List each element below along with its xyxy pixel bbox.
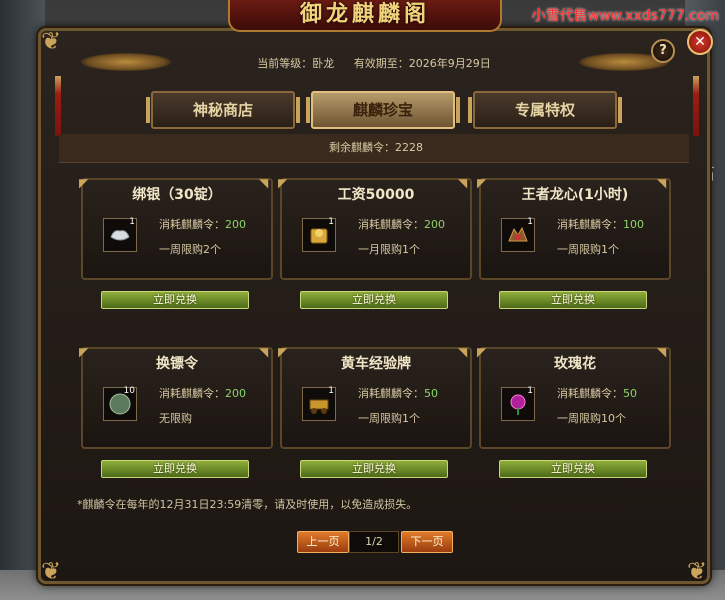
item-limit: 一月限购1个 xyxy=(358,243,420,256)
item-limit: 一周限购2个 xyxy=(159,243,221,256)
item-count: 1 xyxy=(328,217,334,227)
escort-token-icon[interactable]: 10 xyxy=(103,386,137,421)
redeem-button[interactable]: 立即兑换 xyxy=(300,460,448,478)
level-info: 当前等级：卧龙 有效期至：2026年9月29日 xyxy=(41,55,707,71)
cost-value: 200 xyxy=(225,218,246,231)
current-level: 当前等级：卧龙 xyxy=(257,57,335,70)
next-page-button[interactable]: 下一页 xyxy=(401,531,453,553)
item-limit: 一周限购1个 xyxy=(557,243,619,256)
tassel-icon xyxy=(693,76,699,136)
tab-mystery-shop[interactable]: 神秘商店 xyxy=(146,91,300,129)
item-cost: 消耗麒麟令：100 xyxy=(557,216,644,232)
item-cost: 消耗麒麟令：200 xyxy=(159,385,246,401)
item-count: 1 xyxy=(527,386,533,396)
item-name: 工资50000 xyxy=(337,187,415,203)
item-card: ◤ ◥ 绑银（30锭） 1 消耗麒麟令：200 一周限购2个 xyxy=(79,176,273,280)
cost-value: 200 xyxy=(225,387,246,400)
tab-exclusive-privilege[interactable]: 专属特权 xyxy=(468,91,622,129)
remaining-tokens: 剩余麒麟令：2228 xyxy=(329,141,423,154)
item-card: ◤ ◥ 黄车经验牌 1 消耗麒麟令：50 一周限购1个 xyxy=(278,345,472,449)
item-card: ◤ ◥ 工资50000 1 消耗麒麟令：200 一月限购1个 xyxy=(278,176,472,280)
item-name: 换镖令 xyxy=(156,356,198,372)
tab-bar: 神秘商店 麒麟珍宝 专属特权 xyxy=(146,91,622,129)
seller-watermark: 小雪代售www.xxds777.com xyxy=(531,8,719,24)
expiry-date: 有效期至：2026年9月29日 xyxy=(353,57,491,70)
cost-label: 消耗麒麟令： xyxy=(159,387,225,400)
item-limit: 无限购 xyxy=(159,412,192,425)
corner-ornament-icon: ❦ xyxy=(40,27,62,55)
cost-value: 50 xyxy=(623,387,637,400)
item-name: 玫瑰花 xyxy=(554,356,596,372)
silver-ingot-icon[interactable]: 1 xyxy=(103,217,137,252)
prev-page-button[interactable]: 上一页 xyxy=(297,531,349,553)
redeem-button[interactable]: 立即兑换 xyxy=(101,291,249,309)
cost-label: 消耗麒麟令： xyxy=(358,387,424,400)
item-count: 1 xyxy=(527,217,533,227)
corner-ornament-icon: ❦ xyxy=(686,557,708,585)
dragon-heart-icon[interactable]: 1 xyxy=(501,217,535,252)
gold-coins-icon[interactable]: 1 xyxy=(302,217,336,252)
item-cost: 消耗麒麟令：50 xyxy=(557,385,637,401)
cost-value: 100 xyxy=(623,218,644,231)
item-card: ◤ ◥ 王者龙心(1小时) 1 消耗麒麟令：100 一周限购1个 xyxy=(477,176,671,280)
item-name: 黄车经验牌 xyxy=(341,356,411,372)
remaining-tokens-bar: 剩余麒麟令：2228 xyxy=(59,134,689,163)
token-reset-note: *麒麟令在每年的12月31日23:59清零，请及时使用，以免造成损失。 xyxy=(77,498,418,511)
tab-qilin-treasure[interactable]: 麒麟珍宝 xyxy=(306,91,460,129)
item-card: ◤ ◥ 玫瑰花 1 消耗麒麟令：50 一周限购10个 xyxy=(477,345,671,449)
item-count: 10 xyxy=(123,386,135,396)
cost-label: 消耗麒麟令： xyxy=(358,218,424,231)
tassel-icon xyxy=(55,76,61,136)
item-count: 1 xyxy=(129,217,135,227)
cart-exp-icon[interactable]: 1 xyxy=(302,386,336,421)
item-cost: 消耗麒麟令：200 xyxy=(358,216,445,232)
item-name: 绑银（30锭） xyxy=(132,187,222,203)
treasure-window: ❦ ❦ ❦ ❦ ? ✕ 当前等级：卧龙 有效期至：2026年9月29日 神秘商店… xyxy=(38,27,713,585)
window-title: 御龙麒麟阁 xyxy=(228,0,502,32)
cost-label: 消耗麒麟令： xyxy=(557,218,623,231)
item-limit: 一周限购10个 xyxy=(557,412,626,425)
cost-value: 200 xyxy=(424,218,445,231)
item-name: 王者龙心(1小时) xyxy=(521,187,629,203)
item-limit: 一周限购1个 xyxy=(358,412,420,425)
redeem-button[interactable]: 立即兑换 xyxy=(499,460,647,478)
item-cost: 消耗麒麟令：200 xyxy=(159,216,246,232)
corner-ornament-icon: ❦ xyxy=(40,557,62,585)
cost-label: 消耗麒麟令： xyxy=(159,218,225,231)
page-indicator: 1/2 xyxy=(349,531,399,553)
redeem-button[interactable]: 立即兑换 xyxy=(101,460,249,478)
item-card: ◤ ◥ 换镖令 10 消耗麒麟令：200 无限购 xyxy=(79,345,273,449)
item-count: 1 xyxy=(328,386,334,396)
cost-label: 消耗麒麟令： xyxy=(557,387,623,400)
close-button[interactable]: ✕ xyxy=(687,29,713,55)
rose-icon[interactable]: 1 xyxy=(501,386,535,421)
redeem-button[interactable]: 立即兑换 xyxy=(499,291,647,309)
redeem-button[interactable]: 立即兑换 xyxy=(300,291,448,309)
item-cost: 消耗麒麟令：50 xyxy=(358,385,438,401)
cost-value: 50 xyxy=(424,387,438,400)
